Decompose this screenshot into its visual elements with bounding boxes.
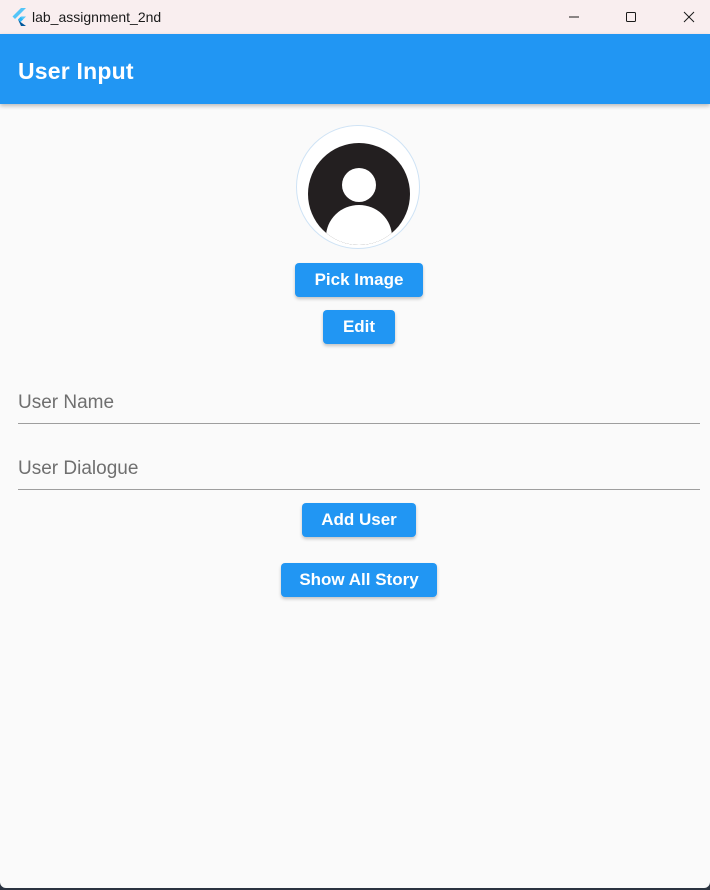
user-name-input[interactable]	[18, 383, 700, 423]
minimize-icon	[569, 16, 579, 18]
close-icon	[683, 11, 695, 23]
edit-button[interactable]: Edit	[323, 310, 395, 344]
app-window: lab_assignment_2nd User Input Pick Image…	[0, 0, 710, 888]
user-name-field[interactable]	[18, 383, 700, 424]
person-placeholder-icon	[308, 143, 410, 245]
maximize-icon	[626, 12, 636, 22]
show-all-story-button[interactable]: Show All Story	[281, 563, 437, 597]
flutter-logo-icon	[12, 8, 26, 26]
window-title: lab_assignment_2nd	[32, 9, 162, 25]
close-button[interactable]	[666, 0, 710, 34]
user-dialogue-input[interactable]	[18, 449, 700, 489]
maximize-button[interactable]	[608, 0, 654, 34]
minimize-button[interactable]	[551, 0, 597, 34]
pick-image-button[interactable]: Pick Image	[295, 263, 423, 297]
user-dialogue-field[interactable]	[18, 449, 700, 490]
window-titlebar[interactable]: lab_assignment_2nd	[0, 0, 710, 34]
page-title: User Input	[18, 58, 134, 84]
avatar	[296, 125, 420, 249]
app-bar: User Input	[0, 34, 710, 104]
add-user-button[interactable]: Add User	[302, 503, 416, 537]
